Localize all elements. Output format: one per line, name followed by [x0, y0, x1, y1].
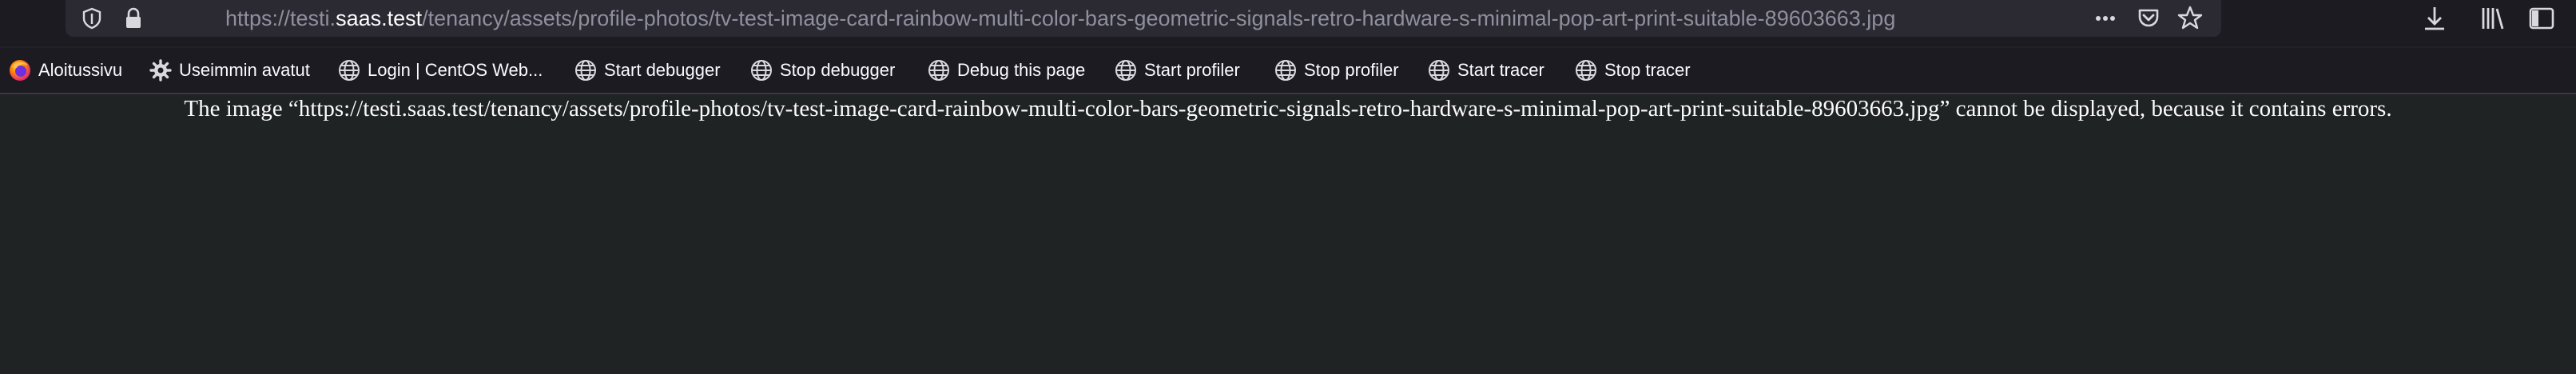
bookmark-debug-this-page[interactable]: Debug this page [927, 48, 1085, 93]
bookmark-label: Login | CentOS Web... [368, 60, 543, 80]
bookmark-label: Useimmin avatut [179, 60, 310, 80]
bookmark-stop-profiler[interactable]: Stop profiler [1274, 48, 1399, 93]
globe-icon [1275, 60, 1296, 81]
globe-icon [339, 60, 360, 81]
bookmark-login-centos[interactable]: Login | CentOS Web... [337, 48, 543, 93]
bookmark-label: Stop tracer [1604, 60, 1691, 80]
url-host: saas.test [336, 6, 423, 30]
shield-icon[interactable] [77, 3, 107, 34]
globe-icon [575, 60, 596, 81]
globe-icon [1115, 60, 1136, 81]
bookmark-label: Debug this page [957, 60, 1086, 80]
image-error-message: The image “https://testi.saas.test/tenan… [184, 96, 2392, 121]
globe-icon [1576, 60, 1596, 81]
url-path: /tenancy/assets/profile-photos/tv-test-i… [422, 6, 1896, 30]
url-text[interactable]: https://testi.saas.test/tenancy/assets/p… [225, 3, 1895, 34]
bookmark-start-tracer[interactable]: Start tracer [1427, 48, 1544, 93]
page-content: The image “https://testi.saas.test/tenan… [0, 94, 2576, 374]
sidebar-icon[interactable] [2525, 2, 2558, 35]
bookmark-start-profiler[interactable]: Start profiler [1114, 48, 1240, 93]
globe-icon [928, 60, 949, 81]
gear-icon [149, 59, 172, 82]
globe-icon [1429, 60, 1449, 81]
url-bar[interactable]: https://testi.saas.test/tenancy/assets/p… [66, 0, 2221, 37]
bookmark-start-debugger[interactable]: Start debugger [574, 48, 721, 93]
ellipsis-icon[interactable] [2090, 3, 2121, 34]
library-icon[interactable] [2475, 2, 2509, 35]
browser-toolbar: https://testi.saas.test/tenancy/assets/p… [0, 0, 2576, 46]
bookmark-stop-debugger[interactable]: Stop debugger [749, 48, 895, 93]
bookmark-label: Start tracer [1457, 60, 1544, 80]
lock-icon[interactable] [118, 3, 149, 34]
firefox-icon [10, 60, 30, 81]
bookmark-useimmin-avatut[interactable]: Useimmin avatut [149, 48, 310, 93]
bookmark-label: Stop profiler [1304, 60, 1399, 80]
bookmark-label: Start profiler [1144, 60, 1240, 80]
bookmark-label: Aloitussivu [38, 60, 123, 80]
star-icon[interactable] [2175, 3, 2205, 34]
bookmark-label: Start debugger [604, 60, 721, 80]
bookmark-label: Stop debugger [780, 60, 896, 80]
bookmarks-toolbar: Aloitussivu Useimmin avatut Login | Cent… [0, 48, 2576, 94]
bookmark-stop-tracer[interactable]: Stop tracer [1574, 48, 1691, 93]
pocket-icon[interactable] [2133, 3, 2164, 34]
download-icon[interactable] [2418, 2, 2451, 35]
bookmark-aloitussivu[interactable]: Aloitussivu [8, 48, 122, 93]
url-prefix: https://testi. [225, 6, 336, 30]
globe-icon [751, 60, 772, 81]
